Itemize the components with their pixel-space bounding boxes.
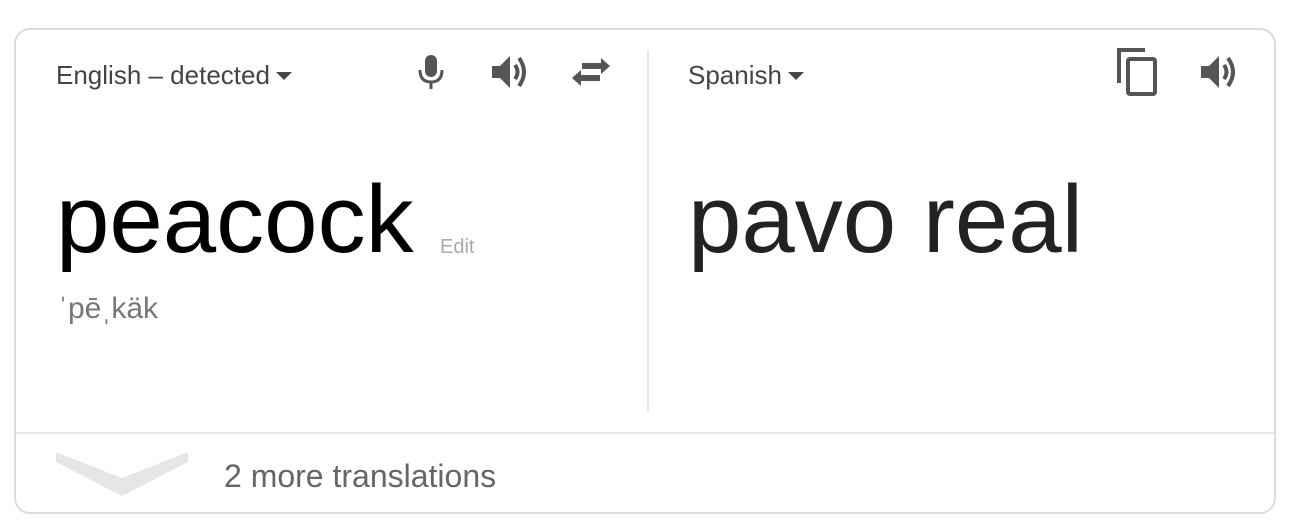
source-text: peacock: [56, 166, 414, 273]
target-language-select[interactable]: Spanish: [688, 60, 804, 91]
pronunciation-text: ˈpēˌkäk: [58, 292, 159, 325]
swap-languages-button[interactable]: [567, 48, 615, 96]
speaker-icon: [1201, 56, 1235, 88]
more-translations-bar[interactable]: 2 more translations: [16, 432, 1274, 514]
source-language-label: English – detected: [56, 60, 270, 90]
target-pane: Spanish pavo real: [648, 30, 1276, 432]
target-language-label: Spanish: [688, 60, 782, 90]
microphone-icon: [418, 55, 444, 89]
caret-down-icon: [275, 71, 292, 80]
target-listen-button[interactable]: [1196, 48, 1244, 96]
chevron-down-icon: [56, 452, 188, 496]
translation-card: English – detected peacock Edit ˈpēˌkäk …: [14, 28, 1276, 514]
microphone-button[interactable]: [407, 48, 455, 96]
copy-icon: [1117, 48, 1157, 96]
caret-down-icon: [787, 71, 804, 80]
source-language-select[interactable]: English – detected: [56, 60, 292, 91]
copy-button[interactable]: [1113, 48, 1161, 96]
more-translations-label: 2 more translations: [224, 458, 497, 494]
source-listen-button[interactable]: [487, 48, 535, 96]
translated-text: pavo real: [688, 166, 1083, 273]
swap-icon: [572, 58, 610, 86]
speaker-icon: [492, 56, 526, 88]
source-pane: English – detected peacock Edit ˈpēˌkäk: [16, 30, 646, 432]
edit-link[interactable]: Edit: [440, 236, 474, 259]
